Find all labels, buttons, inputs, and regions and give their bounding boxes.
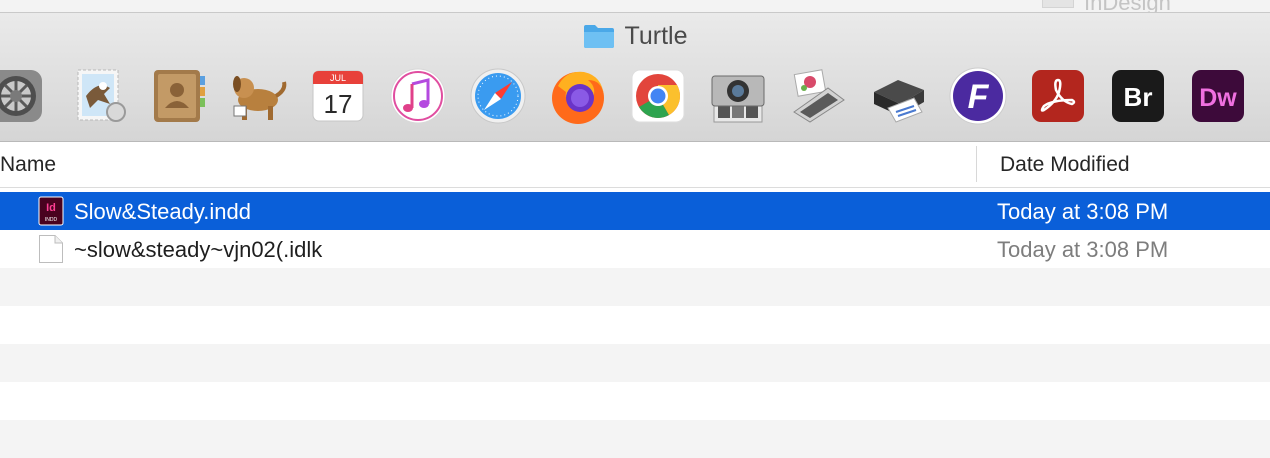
window-title: Turtle	[624, 21, 688, 50]
compass-icon	[470, 68, 526, 124]
window-title-bar: Turtle	[0, 19, 1270, 53]
indesign-file-icon: Id INDD	[38, 196, 64, 226]
empty-row	[0, 382, 1270, 420]
empty-row	[0, 268, 1270, 306]
empty-row	[0, 420, 1270, 458]
column-header-name[interactable]: Name	[0, 153, 56, 177]
file-date-modified: Today at 3:08 PM	[997, 199, 1169, 224]
stamp-eagle-icon	[77, 69, 126, 122]
dock-app-printer[interactable]	[868, 66, 928, 126]
dog-icon	[233, 76, 287, 120]
file-name: ~slow&steady~vjn02(.idlk	[74, 237, 323, 262]
calendar-month: JUL	[330, 73, 346, 83]
finder-toolbar: Turtle JUL 17 F Br Dw	[0, 13, 1270, 142]
printer-icon	[874, 80, 924, 123]
dock-app-chrome[interactable]	[628, 66, 688, 126]
music-note-icon	[390, 68, 446, 124]
dock-app-calendar[interactable]: JUL 17	[308, 66, 368, 126]
dock-app-dreamweaver[interactable]: Dw	[1188, 66, 1248, 126]
f-logo-icon: F	[949, 67, 1007, 125]
file-date-modified: Today at 3:08 PM	[997, 237, 1169, 262]
indesign-badge-top: Id	[46, 202, 56, 214]
dreamweaver-letters: Dw	[1199, 84, 1237, 112]
calendar-icon: JUL 17	[312, 70, 364, 122]
address-book-icon	[154, 70, 205, 122]
acrobat-icon	[1032, 70, 1084, 122]
dock-app-system-preferences[interactable]	[0, 66, 46, 126]
dock-app-acrobat[interactable]	[1028, 66, 1088, 126]
bridge-letters: Br	[1124, 82, 1153, 112]
blank-document-icon	[39, 235, 63, 263]
firefox-icon	[552, 71, 604, 124]
gear-icon	[0, 70, 42, 122]
file-name: Slow&Steady.indd	[74, 199, 251, 224]
file-row-slow-steady-indd[interactable]: Id INDD Slow&Steady.indd Today at 3:08 P…	[0, 192, 1270, 230]
empty-row	[0, 306, 1270, 344]
column-header-date-modified[interactable]: Date Modified	[1000, 153, 1130, 177]
background-window-titlebar: InDesign	[0, 0, 1270, 13]
dreamweaver-icon: Dw	[1192, 70, 1244, 122]
dock-app-itunes[interactable]	[388, 66, 448, 126]
list-column-header: Name Date Modified	[0, 142, 1270, 188]
dock-app-bridge[interactable]: Br	[1108, 66, 1168, 126]
chrome-icon	[631, 69, 685, 123]
scanner-icon	[793, 69, 845, 123]
bridge-icon: Br	[1112, 70, 1164, 122]
indesign-badge-bottom: INDD	[45, 217, 58, 223]
camera-icon	[711, 75, 765, 123]
column-divider[interactable]	[976, 146, 977, 182]
file-row-idlk[interactable]: ~slow&steady~vjn02(.idlk Today at 3:08 P…	[0, 230, 1270, 268]
folder-icon	[583, 25, 614, 48]
calendar-day: 17	[324, 89, 353, 119]
dock-app-fusion[interactable]: F	[948, 66, 1008, 126]
background-window-title: InDesign	[1084, 0, 1171, 13]
dock-app-contacts[interactable]	[148, 66, 208, 126]
dock-app-image-capture[interactable]	[708, 66, 768, 126]
dock-app-firefox[interactable]	[548, 66, 608, 126]
indesign-window-icon	[1042, 0, 1074, 8]
dock-app-mail[interactable]	[70, 66, 130, 126]
dock-app-safari[interactable]	[468, 66, 528, 126]
fusion-letter: F	[968, 78, 990, 116]
dock-app-dog[interactable]	[228, 66, 288, 126]
empty-row	[0, 344, 1270, 382]
dock-app-scanner[interactable]	[788, 66, 848, 126]
